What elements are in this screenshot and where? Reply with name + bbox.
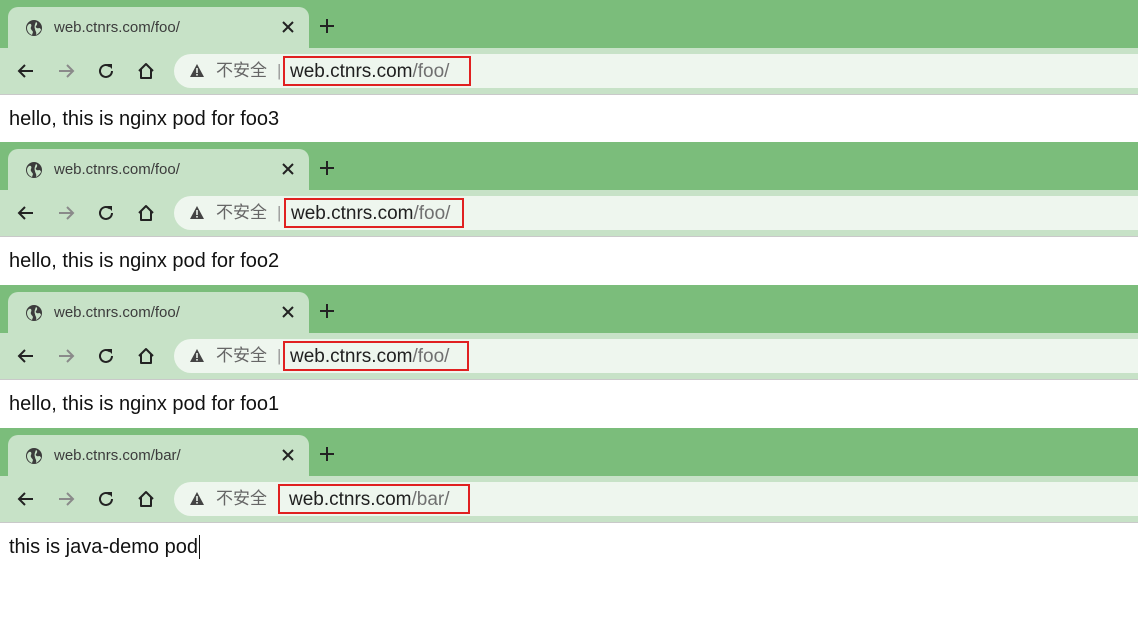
home-icon[interactable]	[136, 489, 156, 509]
url-highlight-box: web.ctnrs.com/foo/	[283, 56, 471, 86]
toolbar: 不安全 | web.ctnrs.com/bar/	[0, 476, 1138, 522]
separator: |	[277, 346, 282, 365]
url-text[interactable]: web.ctnrs.com/foo/	[291, 203, 450, 225]
content-line: this is java-demo pod	[9, 535, 200, 559]
text-caret	[198, 535, 200, 559]
address-bar[interactable]: 不安全 | web.ctnrs.com/foo/	[174, 339, 1138, 373]
tab-strip: web.ctnrs.com/foo/	[0, 285, 1138, 333]
security-label: 不安全	[216, 346, 267, 365]
separator: |	[277, 61, 282, 80]
url-highlight-box: web.ctnrs.com/foo/	[283, 341, 469, 371]
globe-icon	[26, 20, 42, 36]
url-path: /foo/	[413, 203, 451, 224]
back-arrow-icon[interactable]	[16, 203, 36, 223]
browser-window-3: web.ctnrs.com/foo/ 不安全 | web.ctnrs.com/f…	[0, 285, 1138, 423]
separator: |	[277, 203, 282, 222]
tab-strip: web.ctnrs.com/foo/	[0, 142, 1138, 190]
forward-arrow-icon[interactable]	[56, 61, 76, 81]
forward-arrow-icon[interactable]	[56, 203, 76, 223]
security-label: 不安全	[216, 489, 267, 508]
url-highlight-box: web.ctnrs.com/foo/	[284, 198, 464, 228]
url-highlight-box: web.ctnrs.com/bar/	[278, 484, 470, 514]
plus-icon[interactable]	[318, 17, 336, 35]
toolbar: 不安全 | web.ctnrs.com/foo/	[0, 333, 1138, 379]
url-host: web.ctnrs.com	[290, 346, 413, 367]
page-content: this is java-demo pod	[0, 522, 1138, 624]
close-icon[interactable]	[280, 304, 296, 320]
tab-title: web.ctnrs.com/bar/	[54, 447, 181, 464]
content-text: this is java-demo pod	[9, 536, 198, 558]
plus-icon[interactable]	[318, 302, 336, 320]
url-host: web.ctnrs.com	[291, 203, 414, 224]
tab-strip: web.ctnrs.com/foo/	[0, 0, 1138, 48]
back-arrow-icon[interactable]	[16, 61, 36, 81]
content-text: hello, this is nginx pod for foo2	[9, 250, 280, 272]
security-label: 不安全	[216, 61, 267, 80]
plus-icon[interactable]	[318, 445, 336, 463]
security-label: 不安全	[216, 203, 267, 222]
content-text: hello, this is nginx pod for foo3	[9, 108, 280, 130]
url-path: /foo/	[412, 346, 450, 367]
close-icon[interactable]	[280, 161, 296, 177]
browser-window-1: web.ctnrs.com/foo/ 不安全 | web.ctnrs.com/f…	[0, 0, 1138, 137]
browser-window-4: web.ctnrs.com/bar/ 不安全 | web.ctnrs.com/b…	[0, 428, 1138, 624]
globe-icon	[26, 305, 42, 321]
tab-title: web.ctnrs.com/foo/	[54, 161, 180, 178]
home-icon[interactable]	[136, 203, 156, 223]
tab-active[interactable]: web.ctnrs.com/foo/	[8, 7, 309, 48]
warning-triangle-icon	[190, 206, 204, 219]
reload-icon[interactable]	[96, 61, 116, 81]
browser-window-2: web.ctnrs.com/foo/ 不安全 | web.ctnrs.com/f…	[0, 142, 1138, 280]
url-text[interactable]: web.ctnrs.com/foo/	[290, 346, 449, 368]
close-icon[interactable]	[280, 19, 296, 35]
url-path: /foo/	[412, 61, 450, 82]
toolbar: 不安全 | web.ctnrs.com/foo/	[0, 48, 1138, 94]
warning-triangle-icon	[190, 349, 204, 362]
page-content: hello, this is nginx pod for foo2	[0, 236, 1138, 280]
forward-arrow-icon[interactable]	[56, 489, 76, 509]
home-icon[interactable]	[136, 61, 156, 81]
warning-triangle-icon	[190, 64, 204, 77]
close-icon[interactable]	[280, 447, 296, 463]
globe-icon	[26, 162, 42, 178]
reload-icon[interactable]	[96, 203, 116, 223]
tab-active[interactable]: web.ctnrs.com/bar/	[8, 435, 309, 476]
page-content: hello, this is nginx pod for foo1	[0, 379, 1138, 423]
back-arrow-icon[interactable]	[16, 489, 36, 509]
tab-active[interactable]: web.ctnrs.com/foo/	[8, 292, 309, 333]
tab-title: web.ctnrs.com/foo/	[54, 19, 180, 36]
tab-strip: web.ctnrs.com/bar/	[0, 428, 1138, 476]
url-host: web.ctnrs.com	[290, 61, 413, 82]
url-text[interactable]: web.ctnrs.com/bar/	[289, 489, 450, 511]
address-bar[interactable]: 不安全 | web.ctnrs.com/foo/	[174, 196, 1138, 230]
globe-icon	[26, 448, 42, 464]
tab-title: web.ctnrs.com/foo/	[54, 304, 180, 321]
home-icon[interactable]	[136, 346, 156, 366]
address-bar[interactable]: 不安全 | web.ctnrs.com/foo/	[174, 54, 1138, 88]
url-text[interactable]: web.ctnrs.com/foo/	[290, 61, 449, 83]
address-bar[interactable]: 不安全 | web.ctnrs.com/bar/	[174, 482, 1138, 516]
forward-arrow-icon[interactable]	[56, 346, 76, 366]
warning-triangle-icon	[190, 492, 204, 505]
plus-icon[interactable]	[318, 159, 336, 177]
content-text: hello, this is nginx pod for foo1	[9, 393, 280, 415]
url-host: web.ctnrs.com	[289, 489, 412, 510]
tab-active[interactable]: web.ctnrs.com/foo/	[8, 149, 309, 190]
back-arrow-icon[interactable]	[16, 346, 36, 366]
reload-icon[interactable]	[96, 489, 116, 509]
page-content: hello, this is nginx pod for foo3	[0, 94, 1138, 137]
url-path: /bar/	[411, 489, 450, 510]
toolbar: 不安全 | web.ctnrs.com/foo/	[0, 190, 1138, 236]
reload-icon[interactable]	[96, 346, 116, 366]
